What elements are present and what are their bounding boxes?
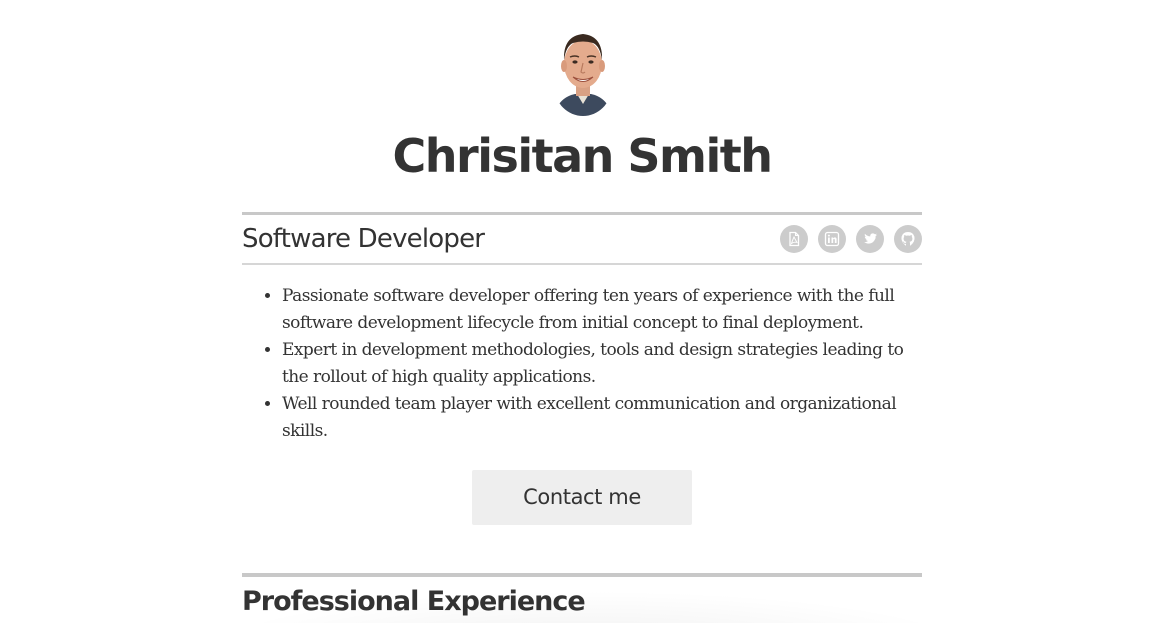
github-icon — [901, 232, 915, 246]
profile-role: Software Developer — [242, 224, 485, 254]
resume-page: Chrisitan Smith Software Developer • Pas… — [0, 0, 1159, 623]
role-row: Software Developer — [242, 215, 922, 263]
twitter-icon — [864, 233, 877, 244]
linkedin-icon — [824, 231, 840, 247]
pdf-link[interactable] — [780, 225, 808, 253]
person-photo-icon — [555, 24, 611, 116]
pdf-icon — [789, 231, 800, 247]
github-link[interactable] — [894, 225, 922, 253]
social-links — [780, 225, 922, 253]
avatar — [555, 24, 611, 116]
profile-name: Chrisitan Smith — [392, 129, 773, 183]
linkedin-link[interactable] — [818, 225, 846, 253]
contact-button[interactable]: Contact me — [472, 470, 692, 525]
section-divider — [242, 573, 922, 577]
list-item: Well rounded team player with excellent … — [282, 391, 922, 445]
twitter-link[interactable] — [856, 225, 884, 253]
list-item: Passionate software developer offering t… — [282, 283, 922, 337]
header-divider-bottom — [242, 263, 922, 265]
section-title-experience: Professional Experience — [242, 586, 586, 617]
list-item: Expert in development methodologies, too… — [282, 337, 922, 391]
summary-list: Passionate software developer offering t… — [242, 283, 922, 445]
